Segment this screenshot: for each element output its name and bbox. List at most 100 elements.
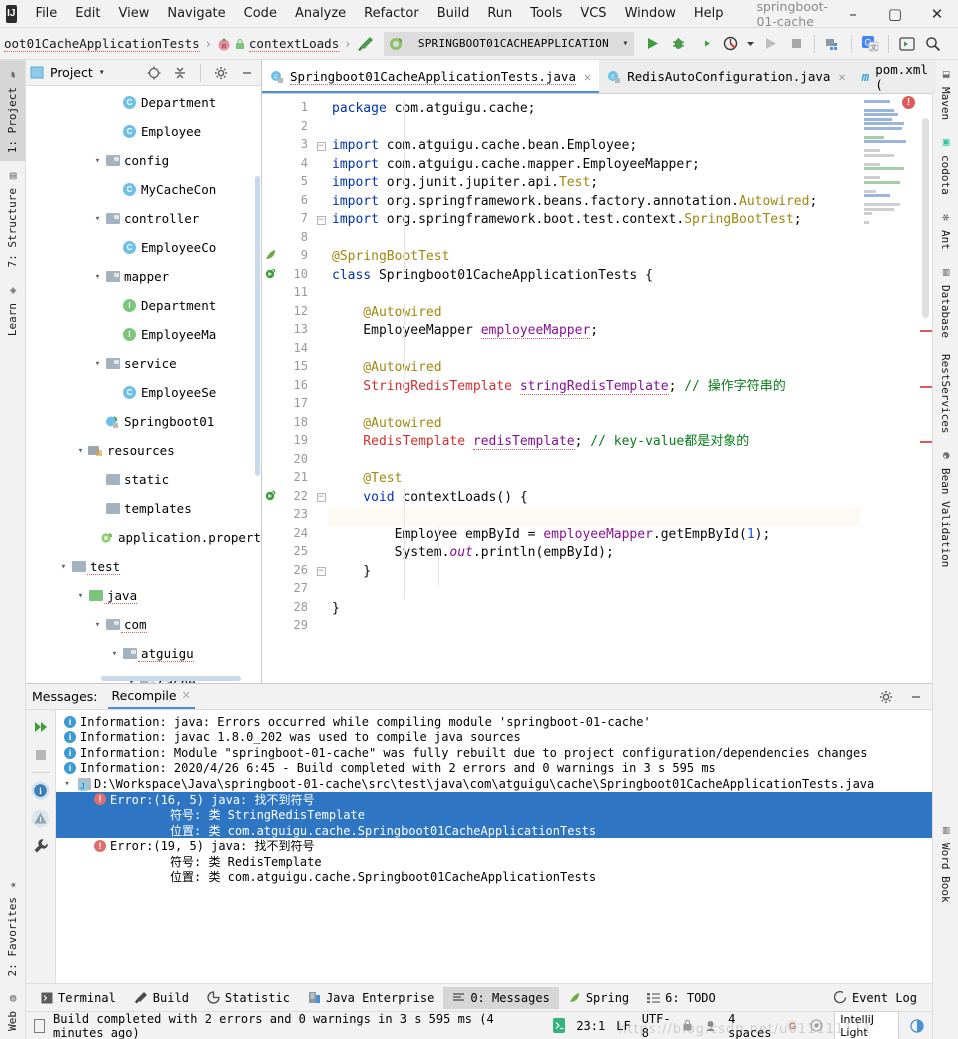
menu-help[interactable]: Help (685, 3, 733, 24)
debug-icon[interactable] (666, 32, 690, 56)
tab-pom-xml[interactable]: m pom.xml ( (854, 60, 936, 93)
code-line[interactable]: } (328, 600, 860, 619)
fold-gutter[interactable]: − − − − (314, 94, 328, 683)
tree-node[interactable]: application.propert (26, 523, 261, 552)
chevron-down-icon[interactable]: ▾ (91, 156, 104, 166)
code-line[interactable]: void contextLoads() { (328, 489, 860, 508)
search-everywhere-icon[interactable] (921, 32, 945, 56)
tree-node[interactable]: ▾mapper (26, 262, 261, 291)
code-line[interactable]: Employee empById = employeeMapper.getEmp… (328, 526, 860, 545)
messages-tab-recompile[interactable]: Recompile ✕ (108, 685, 195, 709)
menu-run[interactable]: Run (478, 3, 521, 24)
error-stripe[interactable] (920, 330, 932, 332)
maximize-button[interactable]: ▢ (874, 0, 916, 28)
code-text[interactable]: package com.atguigu.cache; import com.at… (328, 94, 860, 683)
code-line[interactable]: import org.springframework.beans.factory… (328, 193, 860, 212)
code-line[interactable] (328, 396, 860, 415)
tree-node[interactable]: CMyCacheCon (26, 175, 261, 204)
profile-icon[interactable] (718, 32, 742, 56)
tool-window-java-enterprise[interactable]: Java Enterprise (299, 987, 443, 1009)
chevron-down-icon[interactable]: ▾ (74, 446, 87, 456)
chevron-down-icon[interactable]: ▾ (91, 272, 104, 282)
menu-edit[interactable]: Edit (66, 3, 109, 24)
close-icon[interactable]: ✕ (584, 70, 591, 84)
tree-node[interactable]: ▾controller (26, 204, 261, 233)
fold-toggle-icon[interactable]: − (314, 211, 328, 230)
code-line[interactable] (328, 452, 860, 471)
tree-node[interactable]: IDepartment (26, 291, 261, 320)
tree-node[interactable]: ▾com (26, 610, 261, 639)
message-row[interactable]: iInformation: javac 1.8.0_202 was used t… (56, 730, 932, 746)
code-line[interactable] (328, 507, 860, 526)
gear-icon[interactable] (876, 687, 896, 707)
build-project-icon[interactable] (821, 32, 845, 56)
indent-setting[interactable]: 4 spaces (728, 1012, 775, 1039)
breadcrumb-method[interactable]: contextLoads (249, 36, 339, 52)
fold-toggle-icon[interactable]: − (314, 137, 328, 156)
message-row[interactable]: 符号: 类 StringRedisTemplate (56, 807, 932, 823)
theme-toggle-icon[interactable] (910, 1019, 924, 1033)
settings-wrench-icon[interactable] (30, 835, 52, 857)
sidebar-item-database[interactable]: ▤ Database (933, 258, 958, 346)
code-line[interactable] (328, 285, 860, 304)
tree-node[interactable]: ▾resources (26, 436, 261, 465)
message-row[interactable]: 位置: 类 com.atguigu.cache.Springboot01Cach… (56, 869, 932, 885)
google-translate-icon[interactable]: G文 (858, 32, 882, 56)
fold-toggle-icon[interactable]: − (314, 489, 328, 508)
spring-leaf-icon[interactable] (265, 249, 276, 260)
tool-window-build[interactable]: Build (125, 987, 198, 1009)
open-preview-icon[interactable] (895, 32, 919, 56)
profile-dropdown-icon[interactable] (744, 32, 756, 56)
at-icon[interactable] (810, 1019, 823, 1032)
sidebar-item-web[interactable]: Web ◍ (0, 984, 25, 1039)
sidebar-item-project[interactable]: 1: Project ▰ (0, 60, 25, 161)
tree-node[interactable]: ▾atguigu (26, 639, 261, 668)
code-line[interactable] (328, 119, 860, 138)
tree-node[interactable]: ▾test (26, 552, 261, 581)
chevron-down-icon[interactable]: ▾ (108, 649, 121, 659)
tree-node[interactable]: IEmployeeMa (26, 320, 261, 349)
tool-window-terminal[interactable]: Terminal (32, 987, 125, 1009)
code-line[interactable]: import com.atguigu.cache.mapper.Employee… (328, 156, 860, 175)
code-line[interactable]: @Autowired (328, 359, 860, 378)
project-tree[interactable]: CDepartmentCEmployee▾configCMyCacheCon▾c… (26, 86, 261, 683)
menu-vcs[interactable]: VCS (571, 3, 615, 24)
run-test-icon[interactable] (265, 268, 276, 279)
messages-list[interactable]: iInformation: java: Errors occurred whil… (56, 710, 932, 983)
chevron-down-icon[interactable]: ▾ (74, 591, 87, 601)
hide-panel-icon[interactable] (237, 63, 257, 83)
message-row[interactable]: iInformation: Module "springboot-01-cach… (56, 745, 932, 761)
chevron-down-icon[interactable]: ▾ (57, 562, 70, 572)
message-row[interactable]: iInformation: java: Errors occurred whil… (56, 714, 932, 730)
fold-toggle-icon[interactable]: − (314, 563, 328, 582)
code-line[interactable]: @Autowired (328, 304, 860, 323)
tree-node[interactable]: Springboot01 (26, 407, 261, 436)
hide-panel-icon[interactable] (906, 687, 926, 707)
sidebar-item-codota[interactable]: ▣ codota (933, 128, 958, 203)
code-line[interactable]: import com.atguigu.cache.bean.Employee; (328, 137, 860, 156)
code-line[interactable] (328, 341, 860, 360)
file-encoding[interactable]: UTF-8 (642, 1012, 671, 1039)
run-icon[interactable] (640, 32, 664, 56)
chevron-down-icon[interactable]: ▾ (91, 214, 104, 224)
close-button[interactable]: ✕ (916, 0, 958, 28)
tree-node[interactable]: templates (26, 494, 261, 523)
run-test-icon[interactable] (265, 490, 276, 501)
theme-name[interactable]: IntelliJ Light (834, 1011, 899, 1039)
message-row[interactable]: !Error:(16, 5) java: 找不到符号 (56, 792, 932, 808)
sidebar-item-word-book[interactable]: ▤ Word Book (933, 816, 958, 911)
chevron-down-icon[interactable]: ▾ (60, 779, 74, 789)
menu-analyze[interactable]: Analyze (286, 3, 355, 24)
code-line[interactable] (328, 618, 860, 637)
gear-icon[interactable] (211, 63, 231, 83)
chevron-down-icon[interactable]: ▾ (91, 620, 104, 630)
menu-view[interactable]: View (109, 3, 158, 24)
tree-node[interactable]: CEmployee (26, 117, 261, 146)
rerun-icon[interactable] (30, 716, 52, 738)
code-line[interactable]: import org.springframework.boot.test.con… (328, 211, 860, 230)
sidebar-item-ant[interactable]: ✻ Ant (933, 203, 958, 258)
code-line[interactable]: EmployeeMapper employeeMapper; (328, 322, 860, 341)
run-configuration-selector[interactable]: SPRINGBOOT01CACHEAPPLICATION ▾ (384, 32, 634, 56)
line-separator[interactable]: LF (616, 1019, 630, 1033)
tab-springboot01cacheapplicationtests[interactable]: c Springboot01CacheApplicationTests.java… (262, 60, 599, 93)
